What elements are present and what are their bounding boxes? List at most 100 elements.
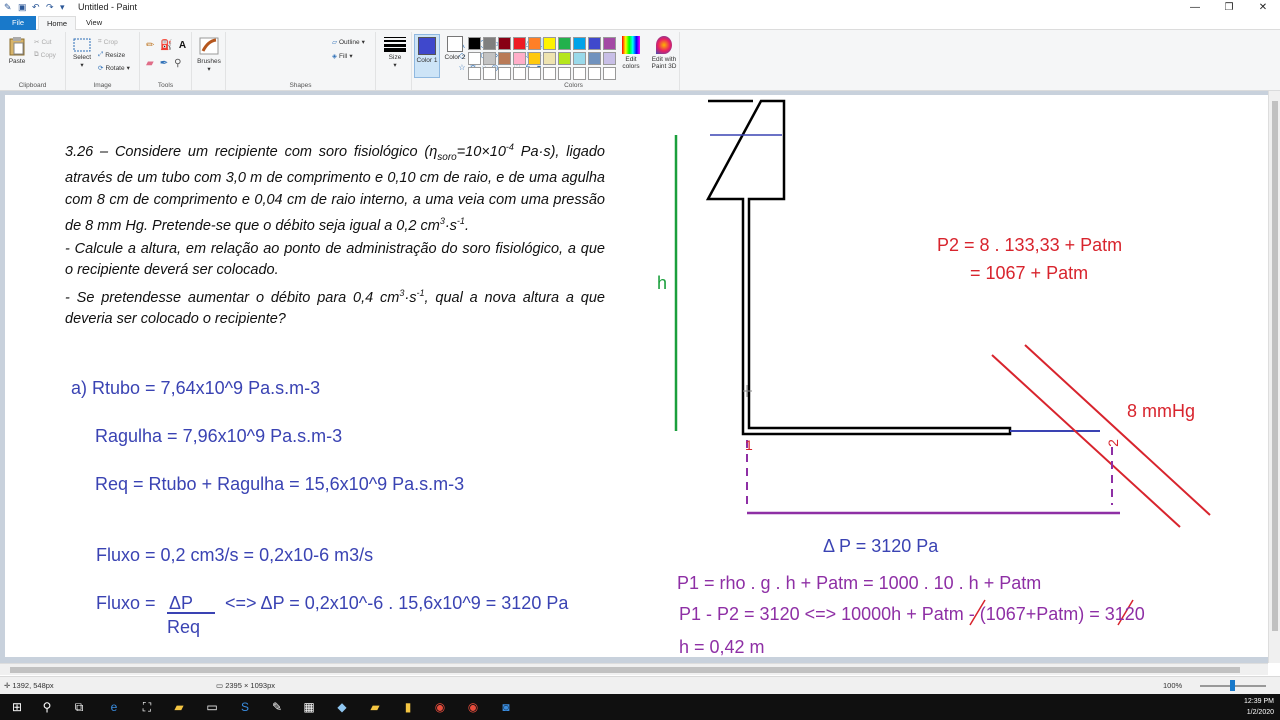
color-swatch[interactable] (498, 52, 511, 65)
brush-icon (199, 37, 219, 55)
rotate-button[interactable]: ⟳ Rotate ▾ (98, 64, 130, 73)
color-swatch[interactable] (498, 37, 511, 50)
zoom-app-icon[interactable]: ◙ (497, 698, 515, 716)
horizontal-scroll-thumb[interactable] (10, 667, 1240, 673)
zoom-level: 100% (1163, 681, 1183, 690)
undo-icon[interactable]: ↶ (32, 2, 42, 12)
maximize-button[interactable]: ❐ (1212, 0, 1246, 16)
height-label: h (657, 273, 668, 293)
color-swatch[interactable] (513, 52, 526, 65)
store-icon[interactable]: ⛶ (138, 698, 156, 716)
color-swatch[interactable] (543, 52, 556, 65)
color-swatch[interactable] (513, 67, 526, 80)
paste-button[interactable]: Paste (6, 36, 28, 65)
color-swatch[interactable] (528, 52, 541, 65)
color-swatch[interactable] (573, 52, 586, 65)
resize-button[interactable]: ⤢ Resize (98, 51, 125, 59)
p2-equation-line1: P2 = 8 . 133,33 + Patm (937, 235, 1123, 255)
color-swatch[interactable] (588, 52, 601, 65)
outline-button[interactable]: ▱ Outline ▾ (332, 38, 365, 47)
color-swatch[interactable] (573, 67, 586, 80)
fill-button[interactable]: ◈ Fill ▾ (332, 52, 353, 61)
color-swatch[interactable] (603, 37, 616, 50)
minimize-button[interactable]: — (1178, 0, 1212, 16)
brushes-button[interactable]: Brushes ▾ (196, 36, 222, 73)
color1-button[interactable]: Color 1 (414, 34, 440, 78)
chrome-profile-icon[interactable]: ◉ (464, 698, 482, 716)
paint3d-label: Edit with Paint 3D (651, 56, 677, 70)
color-swatch[interactable] (468, 52, 481, 65)
shapes-group: ╲ ∿ ◯ ▭ ▢ ⬠ △ ◺ ▴ ◇ ⬟ ⬡ ⇨ ⇦ ⇧ ⇩ ✦ ▾ ☆ ✡ … (226, 32, 552, 90)
color-swatch[interactable] (588, 37, 601, 50)
tab-view[interactable]: View (78, 16, 110, 30)
folder-icon[interactable]: ▰ (366, 698, 384, 716)
tab-file[interactable]: File (0, 16, 36, 30)
color2-swatch (447, 36, 463, 52)
edit-colors-button[interactable]: Edit colors (618, 36, 644, 70)
color-swatch[interactable] (603, 67, 616, 80)
color-swatch[interactable] (588, 67, 601, 80)
window-title: Untitled - Paint (78, 2, 138, 12)
color-swatch[interactable] (513, 37, 526, 50)
color-swatch[interactable] (483, 67, 496, 80)
vertical-scroll-thumb[interactable] (1272, 101, 1278, 631)
system-clock[interactable]: 12:39 PM 1/2/2020 (1244, 696, 1274, 718)
color-swatch[interactable] (543, 37, 556, 50)
cut-button[interactable]: ✂ Cut (34, 38, 52, 47)
color-picker-icon[interactable]: ✒ (160, 58, 168, 69)
start-button-icon[interactable]: ⊞ (8, 698, 26, 716)
color-swatch[interactable] (543, 67, 556, 80)
color-swatch[interactable] (483, 52, 496, 65)
deltap-result: Δ P = 3120 Pa (823, 536, 939, 556)
color2-button[interactable]: Color 2 (442, 36, 468, 61)
color-swatch[interactable] (558, 67, 571, 80)
fill-bucket-icon[interactable]: ⛽ (160, 40, 172, 51)
color-swatch[interactable] (468, 37, 481, 50)
fill-icon: ◈ (332, 53, 337, 60)
copy-button[interactable]: ⧉ Copy (34, 51, 56, 59)
horizontal-scrollbar[interactable] (0, 663, 1268, 675)
status-bar: ✛ 1392, 548px ▭ 2395 × 1093px 100% (0, 676, 1280, 694)
vertical-scrollbar[interactable] (1268, 91, 1280, 663)
sticky-notes-icon[interactable]: ▮ (399, 698, 417, 716)
task-view-icon[interactable]: ⧉ (70, 698, 88, 716)
color-swatch[interactable] (468, 67, 481, 80)
zoom-slider-thumb[interactable] (1230, 680, 1235, 691)
redo-icon[interactable]: ↷ (46, 2, 56, 12)
color-swatch[interactable] (498, 67, 511, 80)
search-icon[interactable]: ⚲ (38, 698, 56, 716)
close-button[interactable]: ✕ (1246, 0, 1280, 16)
crop-button[interactable]: ⌗ Crop (98, 38, 118, 46)
drawing-canvas[interactable]: 3.26 – Considere um recipiente com soro … (5, 95, 1268, 657)
calculator-icon[interactable]: ▦ (300, 698, 318, 716)
edit-with-paint3d-button[interactable]: Edit with Paint 3D (646, 36, 682, 70)
edge-browser-icon[interactable]: e (105, 698, 123, 716)
chrome-icon[interactable]: ◉ (431, 698, 449, 716)
pencil-icon[interactable]: ✏ (146, 40, 154, 51)
height-result: h = 0,42 m (679, 637, 765, 657)
color-swatch[interactable] (603, 52, 616, 65)
text-tool-icon[interactable]: A (179, 40, 186, 51)
select-dropdown-icon[interactable]: ▾ (70, 61, 94, 69)
file-explorer-icon[interactable]: ▰ (170, 698, 188, 716)
terminal-icon[interactable]: ▭ (203, 698, 221, 716)
customize-dropdown-icon[interactable]: ▾ (60, 2, 70, 12)
color-swatch[interactable] (573, 37, 586, 50)
magnifier-icon[interactable]: ⚲ (174, 58, 181, 69)
paint-taskbar-icon[interactable]: ✎ (268, 698, 286, 716)
notes-icon[interactable]: ◆ (333, 698, 351, 716)
copy-icon: ⧉ (34, 51, 39, 58)
save-icon[interactable]: ▣ (18, 2, 28, 12)
tab-home[interactable]: Home (38, 16, 77, 30)
color-swatch[interactable] (558, 37, 571, 50)
color-swatch[interactable] (558, 52, 571, 65)
vein-pressure-label: 8 mmHg (1127, 401, 1196, 421)
eraser-icon[interactable]: ▰ (146, 58, 154, 69)
color-swatch[interactable] (528, 67, 541, 80)
skype-icon[interactable]: S (236, 698, 254, 716)
size-button[interactable]: Size ▾ (382, 36, 408, 69)
color-swatch[interactable] (528, 37, 541, 50)
color-swatch[interactable] (483, 37, 496, 50)
color-palette[interactable] (468, 37, 616, 80)
select-button[interactable]: Select ▾ (70, 38, 94, 69)
